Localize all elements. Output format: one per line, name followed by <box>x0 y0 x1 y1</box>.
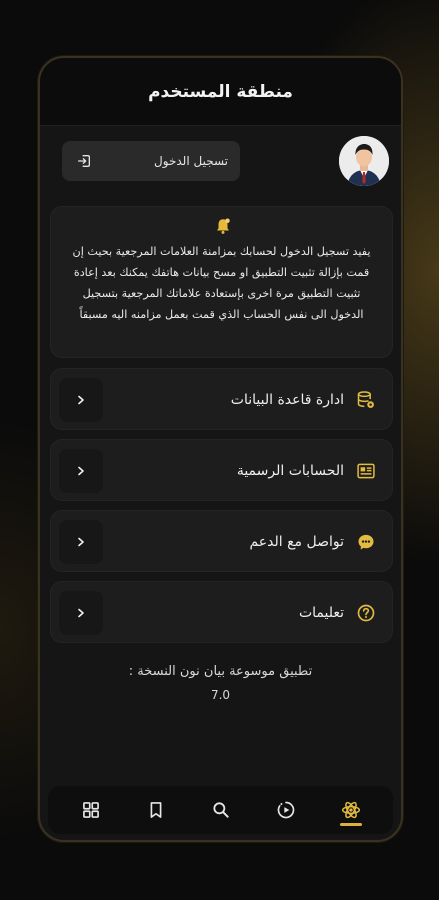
chevron-right-icon <box>59 591 103 635</box>
chevron-right-icon <box>59 378 103 422</box>
atom-icon <box>341 801 360 819</box>
app-header: منطقة المستخدم <box>40 58 401 126</box>
sync-notice-text: يفيد تسجيل الدخول لحسابك بمزامنة العلاما… <box>72 245 371 321</box>
login-icon <box>78 155 90 167</box>
menu-item-support[interactable]: تواصل مع الدعم <box>50 510 393 572</box>
chevron-right-icon <box>59 520 103 564</box>
official-accounts-icon <box>357 463 375 479</box>
avatar[interactable] <box>339 136 389 186</box>
menu-item-help[interactable]: تعليمات <box>50 581 393 643</box>
search-icon <box>212 802 229 818</box>
login-button-label: تسجيل الدخول <box>154 154 228 168</box>
avatar-person-icon <box>339 136 389 186</box>
bell-icon <box>217 218 230 234</box>
active-tab-indicator <box>339 823 362 826</box>
version-title: تطبيق موسوعة بيان نون النسخة : <box>128 664 313 679</box>
chevron-right-icon <box>59 449 103 493</box>
nav-grid[interactable] <box>69 788 113 832</box>
grid-icon <box>82 802 99 818</box>
nav-bookmarks[interactable] <box>134 788 178 832</box>
help-icon <box>357 604 375 622</box>
play-icon <box>277 801 294 819</box>
database-settings-icon <box>357 391 374 408</box>
menu-item-database[interactable]: ادارة قاعدة البيانات <box>50 368 393 430</box>
nav-user-area[interactable] <box>329 788 373 832</box>
nav-search[interactable] <box>199 788 243 832</box>
menu-item-support-label: تواصل مع الدعم <box>249 534 344 550</box>
nav-media[interactable] <box>264 788 308 832</box>
version-number: 7.0 <box>210 688 231 702</box>
user-row: تسجيل الدخول <box>40 136 401 188</box>
app-screen: منطقة المستخدم تسجيل الدخول يفيد تسجيل ا… <box>38 56 403 842</box>
bookmark-icon <box>150 802 161 818</box>
sync-notice-card: يفيد تسجيل الدخول لحسابك بمزامنة العلاما… <box>50 206 393 358</box>
bottom-navigation <box>48 786 393 834</box>
support-chat-icon <box>358 534 374 550</box>
login-button[interactable]: تسجيل الدخول <box>62 141 240 181</box>
menu-item-database-label: ادارة قاعدة البيانات <box>230 392 344 408</box>
menu-item-official-accounts[interactable]: الحسابات الرسمية <box>50 439 393 501</box>
menu-item-official-accounts-label: الحسابات الرسمية <box>236 463 344 479</box>
menu-item-help-label: تعليمات <box>298 605 344 621</box>
page-title: منطقة المستخدم <box>148 81 293 102</box>
